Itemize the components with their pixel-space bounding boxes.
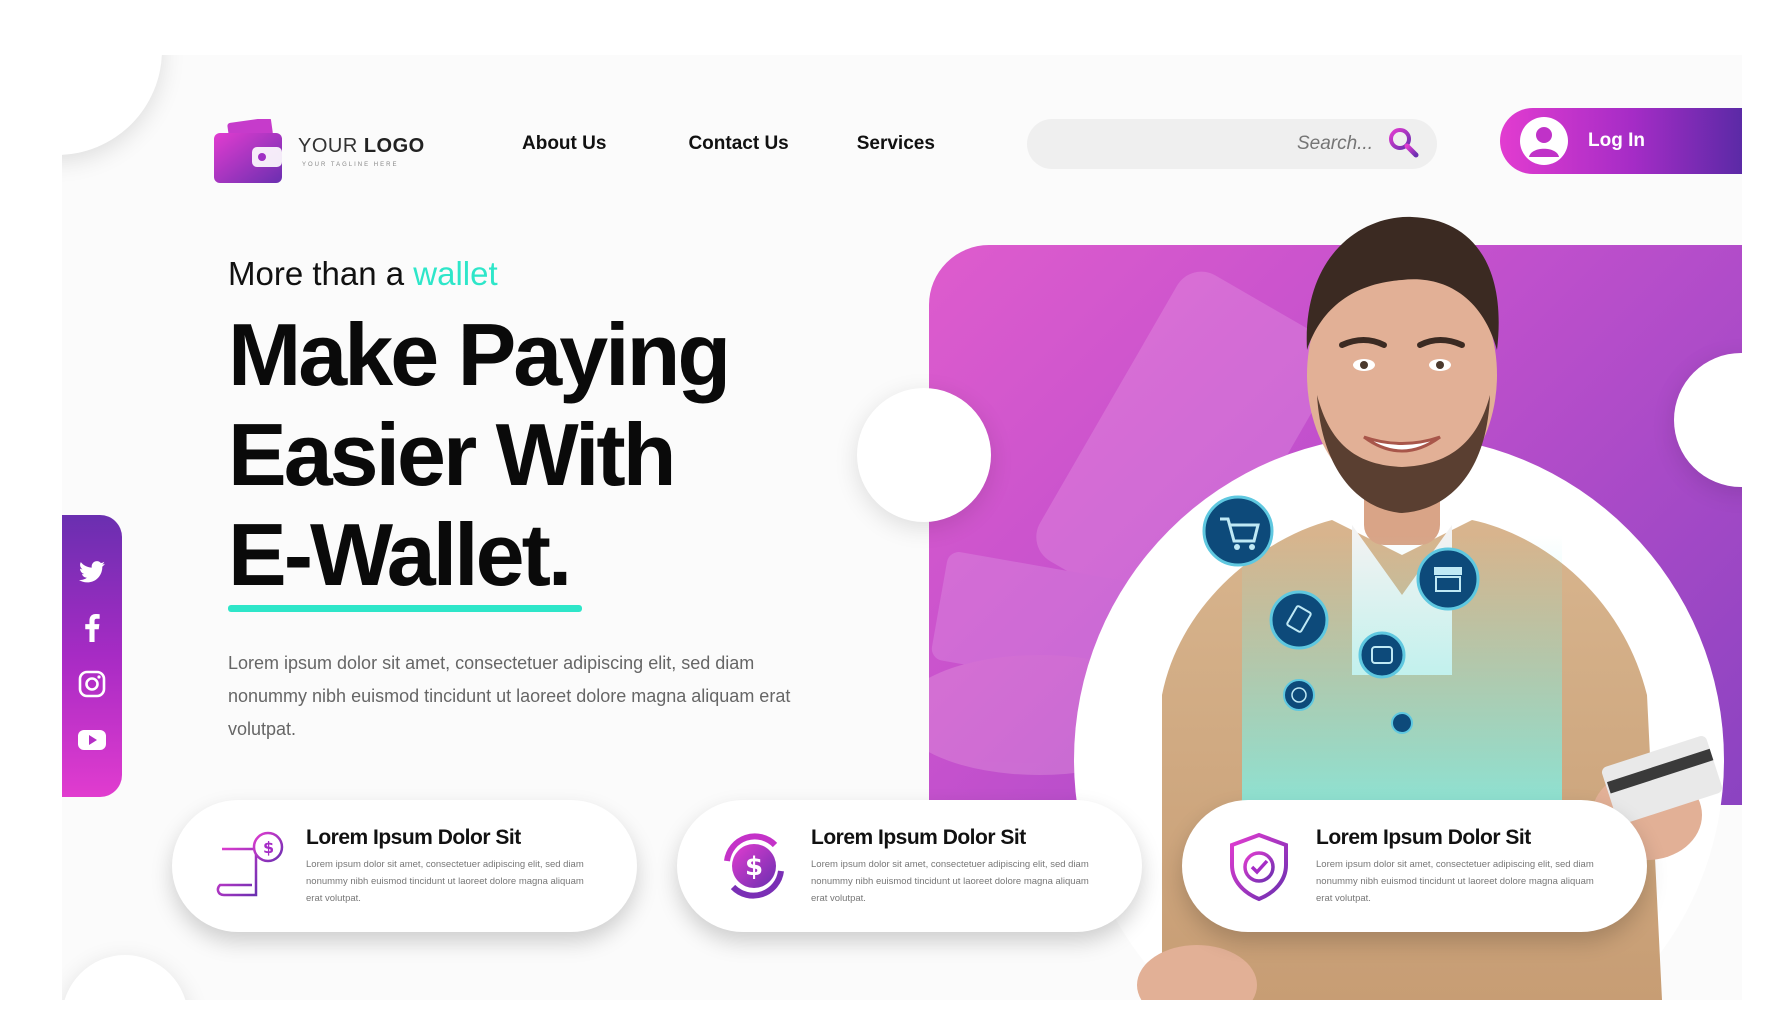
cart-icon xyxy=(1202,495,1274,567)
feature-card-text: Lorem ipsum dolor sit amet, consectetuer… xyxy=(306,858,584,904)
feature-card-title: Lorem Ipsum Dolor Sit xyxy=(811,825,1026,849)
feature-card-3[interactable]: Lorem Ipsum Dolor Sit Lorem ipsum dolor … xyxy=(1182,800,1647,932)
instagram-icon[interactable] xyxy=(77,669,107,699)
feature-card-title: Lorem Ipsum Dolor Sit xyxy=(306,825,521,849)
search-bar xyxy=(1027,119,1437,169)
decorative-circle-center xyxy=(857,388,991,522)
nav-about-us[interactable]: About Us xyxy=(522,133,606,155)
wallet-logo-icon xyxy=(214,117,282,183)
headline-line-2: Easier With xyxy=(228,405,676,504)
landing-page: YOUR LOGO YOUR TAGLINE HERE About Us Con… xyxy=(62,55,1742,1000)
hero-description: Lorem ipsum dolor sit amet, consectetuer… xyxy=(228,653,791,739)
feature-card-text: Lorem ipsum dolor sit amet, consectetuer… xyxy=(811,858,1089,904)
svg-text:$: $ xyxy=(263,838,274,857)
login-label: Log In xyxy=(1588,130,1645,151)
nav-contact-us[interactable]: Contact Us xyxy=(688,133,788,155)
login-button[interactable]: Log In xyxy=(1500,108,1742,174)
globe-icon xyxy=(1283,679,1315,711)
user-avatar-icon xyxy=(1520,117,1568,165)
brand-logo[interactable]: YOUR LOGO YOUR TAGLINE HERE xyxy=(214,117,425,183)
feature-card-1[interactable]: $ Lorem Ipsum Dolor Sit Lorem ipsum dolo… xyxy=(172,800,637,932)
dollar-exchange-icon: $ xyxy=(717,829,791,903)
twitter-icon[interactable] xyxy=(77,557,107,587)
decorative-circle-bottom-left xyxy=(62,955,188,1000)
trash-icon xyxy=(1391,712,1413,734)
social-sidebar xyxy=(62,515,122,797)
store-icon xyxy=(1416,547,1480,611)
feature-card-title: Lorem Ipsum Dolor Sit xyxy=(1316,825,1531,849)
feature-card-2[interactable]: $ Lorem Ipsum Dolor Sit Lorem ipsum dolo… xyxy=(677,800,1142,932)
svg-text:$: $ xyxy=(745,852,763,882)
youtube-icon[interactable] xyxy=(77,725,107,755)
nav-services[interactable]: Services xyxy=(857,133,935,155)
logo-tagline: YOUR TAGLINE HERE xyxy=(302,161,399,168)
shield-check-icon xyxy=(1222,829,1296,903)
headline-line-1: Make Paying xyxy=(228,305,731,404)
decorative-circle-top-left xyxy=(62,55,162,155)
tag-icon xyxy=(1269,590,1329,650)
search-icon[interactable] xyxy=(1387,126,1419,163)
logo-wordmark: YOUR LOGO xyxy=(298,134,425,157)
invoice-dollar-icon: $ xyxy=(212,829,286,903)
main-nav: About Us Contact Us Services xyxy=(522,133,935,155)
facebook-icon[interactable] xyxy=(77,613,107,643)
feature-card-text: Lorem ipsum dolor sit amet, consectetuer… xyxy=(1316,858,1594,904)
hero-tagline: More than a wallet xyxy=(228,255,498,292)
hero-headline: Make Paying Easier With E-Wallet. xyxy=(228,305,788,605)
floating-icons-group xyxy=(1202,495,1480,734)
headline-underline xyxy=(228,605,582,612)
wallet-icon xyxy=(1358,631,1406,679)
headline-line-3: E-Wallet. xyxy=(228,505,572,604)
search-input[interactable] xyxy=(1073,133,1373,155)
